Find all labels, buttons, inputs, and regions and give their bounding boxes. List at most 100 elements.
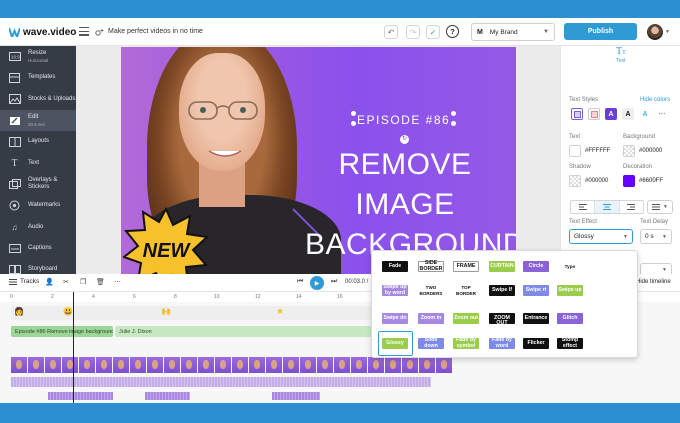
effect-zoom-in[interactable]: Zoom in xyxy=(418,313,444,324)
cut-icon[interactable]: ✂ xyxy=(63,278,69,286)
undo-button[interactable]: ↶ xyxy=(384,25,398,39)
templates-icon xyxy=(8,72,21,83)
style-option-5[interactable]: A xyxy=(639,108,651,120)
episode-text[interactable]: EPISODE #86 xyxy=(357,113,450,127)
sidebar-item-resize[interactable]: 16:9 Resize Horizontal xyxy=(0,46,76,67)
logo-text: wave.video xyxy=(23,27,77,38)
color-value: #000000 xyxy=(585,178,609,184)
background-color-field[interactable]: #000000 xyxy=(623,145,667,157)
effect-entrance[interactable]: Entrance xyxy=(523,313,549,324)
saved-status[interactable]: ✓ xyxy=(426,25,440,39)
brand-dropdown[interactable]: M My Brand ▼ xyxy=(471,23,555,41)
style-option-3[interactable]: A xyxy=(605,108,617,120)
effect-swipe-rt[interactable]: Swipe rt xyxy=(523,285,549,296)
effect-frame[interactable]: FRAME xyxy=(453,261,479,272)
add-person-icon[interactable]: 👤 xyxy=(45,278,54,286)
effect-swipe-up[interactable]: Swipe up xyxy=(557,285,583,296)
selection-handle[interactable] xyxy=(351,121,356,126)
avatar[interactable] xyxy=(647,24,663,40)
publish-button[interactable]: Publish xyxy=(564,23,637,40)
selection-handle[interactable] xyxy=(451,121,456,126)
tab-text[interactable]: TT Text xyxy=(616,47,626,65)
audio-clip[interactable] xyxy=(145,392,190,400)
video-thumbnails[interactable] xyxy=(11,357,461,373)
hide-colors-link[interactable]: Hide colors xyxy=(640,97,670,103)
rotate-handle-icon[interactable]: ↻ xyxy=(400,135,409,144)
skip-back-icon[interactable]: ⏮ xyxy=(297,278,303,286)
effect-side-border[interactable]: SIDE BORDER xyxy=(418,260,444,272)
sidebar-item-edit[interactable]: Edit 20.6 sec xyxy=(0,109,76,132)
selection-handle[interactable] xyxy=(351,111,356,116)
effect-typo[interactable]: Typo xyxy=(557,261,583,272)
align-right-icon[interactable] xyxy=(620,201,643,213)
sidebar-item-label: Overlays & Stickers xyxy=(28,177,58,191)
play-button[interactable]: ▶ xyxy=(310,276,324,290)
emoji-sticker-icon: 😃 xyxy=(63,307,73,316)
decoration-color-field[interactable]: #6600FF xyxy=(623,175,667,187)
audio-clip[interactable] xyxy=(272,392,320,400)
more-icon[interactable]: ⋯ xyxy=(114,278,121,286)
sidebar-item-audio[interactable]: ♫ Audio xyxy=(0,216,76,237)
selection-handle[interactable] xyxy=(451,111,456,116)
video-preview[interactable]: NEW EPISODE #86 ↻ REMOVE IMAGE BACKGROUN… xyxy=(121,47,516,274)
sidebar-item-layouts[interactable]: Layouts xyxy=(0,131,76,152)
text-clip[interactable]: Episode #86 Remove image background xyxy=(11,326,113,337)
overlays-icon xyxy=(8,179,21,190)
video-frame xyxy=(164,357,180,373)
help-button[interactable]: ? xyxy=(446,25,459,38)
effect-curtain[interactable]: CURTAIN xyxy=(489,261,515,272)
effect-super-zoom-out[interactable]: SUPER ZOOM OUT xyxy=(489,310,515,326)
tracks-button[interactable]: Tracks xyxy=(9,278,39,285)
star-sticker-icon: ★ xyxy=(276,306,285,316)
effect-swipe-up-by-word[interactable]: Swipe up by word xyxy=(382,284,408,296)
style-option-1[interactable] xyxy=(571,108,583,120)
effect-swipe-lf[interactable]: Swipe lf xyxy=(489,285,515,296)
effect-glitch[interactable]: Glitch xyxy=(557,313,583,324)
effect-slide-down[interactable]: Slide down xyxy=(418,337,444,349)
sidebar-item-templates[interactable]: Templates xyxy=(0,67,76,88)
glasses-image xyxy=(188,101,258,120)
sidebar-item-captions[interactable]: Captions xyxy=(0,238,76,259)
effect-flicker[interactable]: Flicker xyxy=(523,338,549,349)
sidebar-item-text[interactable]: T Text xyxy=(0,152,76,173)
sidebar-item-stocks[interactable]: Stocks & Uploads xyxy=(0,89,76,110)
more-styles-icon[interactable]: ⋯ xyxy=(656,108,668,120)
skip-forward-icon[interactable]: ⏭ xyxy=(331,278,337,286)
effect-fade-by-word[interactable]: Fade by word xyxy=(489,337,515,349)
style-swatch xyxy=(590,110,598,118)
effect-two-borders[interactable]: TWO BORDERS xyxy=(418,285,444,296)
effect-fade[interactable]: Fade xyxy=(382,261,408,272)
chevron-down-icon[interactable]: ▼ xyxy=(665,29,670,35)
align-left-icon[interactable] xyxy=(571,201,596,213)
effect-stomp-effect[interactable]: Stomp effect xyxy=(557,337,583,349)
text-delay-select[interactable]: 0 s ▼ xyxy=(640,229,672,244)
wave-logo-icon xyxy=(9,28,20,37)
menu-icon[interactable] xyxy=(79,27,89,36)
audio-clip[interactable] xyxy=(48,392,113,400)
text-effect-select[interactable]: Glossy ▼ xyxy=(569,229,633,244)
logo[interactable]: wave.video xyxy=(9,27,76,38)
line-spacing-dropdown[interactable]: ▼ xyxy=(647,200,673,214)
effect-swipe-dn[interactable]: Swipe dn xyxy=(382,313,408,324)
delete-icon[interactable]: 🗑 xyxy=(96,278,105,286)
playhead[interactable] xyxy=(73,292,75,403)
style-option-4[interactable]: A xyxy=(622,108,634,120)
effect-fade-by-symbol[interactable]: Fade by symbol xyxy=(453,337,479,349)
redo-button[interactable]: ↷ xyxy=(406,25,420,39)
style-option-2[interactable] xyxy=(588,108,600,120)
sidebar-item-overlays[interactable]: Overlays & Stickers xyxy=(0,174,76,195)
title-text[interactable]: REMOVE IMAGE BACKGROUND xyxy=(305,145,516,265)
svg-text:16:9: 16:9 xyxy=(11,55,20,60)
ruler-tick: 6 xyxy=(133,294,136,300)
color-value: #000000 xyxy=(639,148,663,154)
effect-top-border[interactable]: TOP BORDER xyxy=(453,285,479,296)
effect-circle[interactable]: Circle xyxy=(523,261,549,272)
sidebar-item-watermarks[interactable]: Watermarks xyxy=(0,195,76,216)
text-styles-label: Text Styles xyxy=(569,97,599,103)
align-center-icon[interactable] xyxy=(595,201,620,213)
shadow-color-field[interactable]: #000000 xyxy=(569,175,613,187)
text-color-field[interactable]: #FFFFFF xyxy=(569,145,613,157)
duplicate-icon[interactable]: ❐ xyxy=(80,278,86,286)
effect-zoom-out[interactable]: Zoom out xyxy=(453,313,479,324)
hide-timeline-button[interactable]: Hide timeline xyxy=(636,279,671,285)
